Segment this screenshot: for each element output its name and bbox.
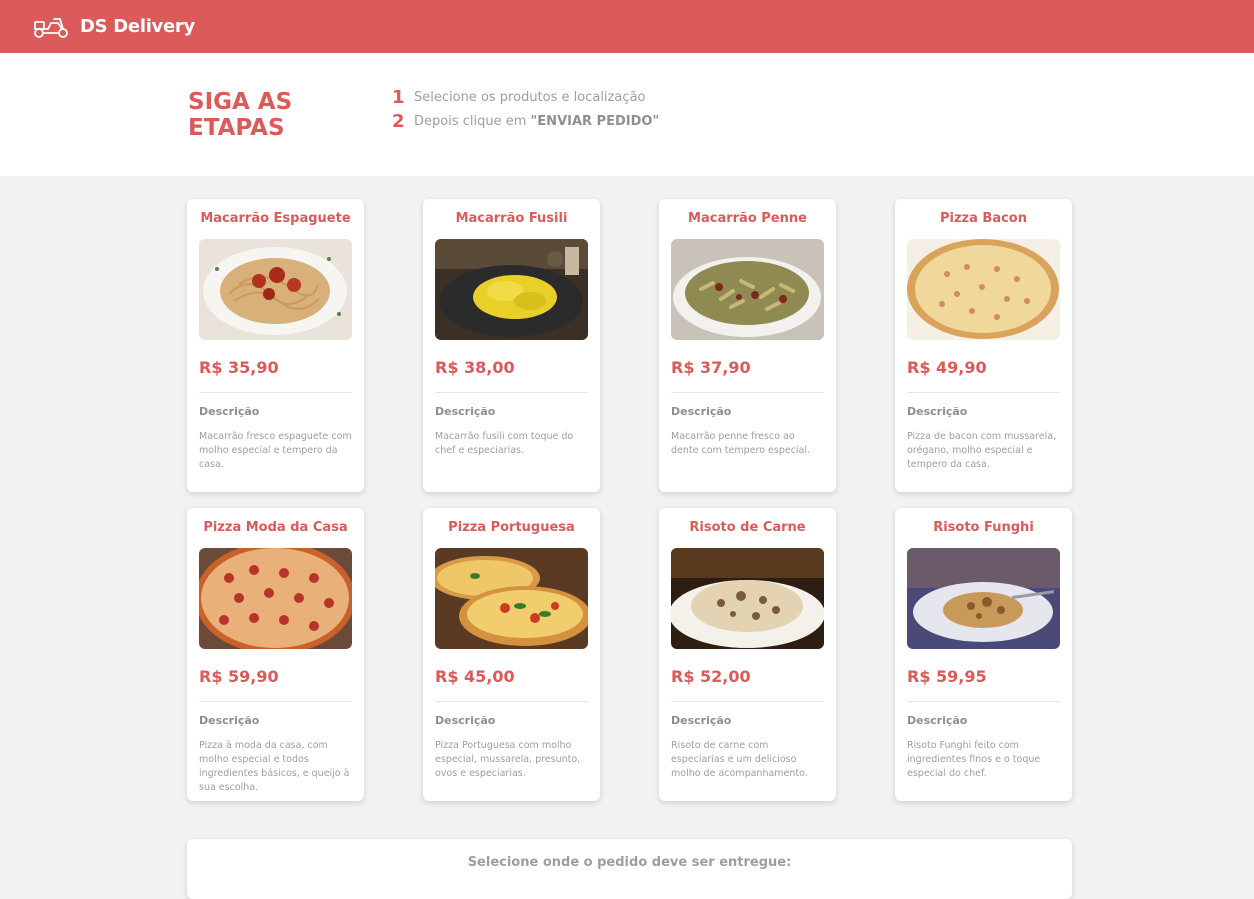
product-price: R$ 49,90 (907, 358, 987, 377)
step-item: 1 Selecione os produtos e localização (392, 85, 659, 109)
step-number: 1 (392, 86, 405, 108)
description-label: Descrição (907, 714, 968, 727)
product-description: Pizza de bacon com mussarela, orégano, m… (907, 431, 1057, 470)
description-label: Descrição (435, 405, 496, 418)
divider (199, 701, 352, 702)
description-label: Descrição (907, 405, 968, 418)
product-card[interactable]: Risoto Funghi R$ 59,95 Descrição Risoto … (895, 508, 1072, 801)
step-text: Selecione os produtos e localização (414, 89, 646, 105)
description-label: Descrição (435, 714, 496, 727)
location-section: Selecione onde o pedido deve ser entregu… (187, 839, 1072, 899)
product-price: R$ 59,90 (199, 667, 279, 686)
divider (435, 701, 588, 702)
steps-list: 1 Selecione os produtos e localização 2 … (392, 85, 659, 133)
product-card[interactable]: Pizza Bacon R$ 49,90 Descrição Pizza de … (895, 199, 1072, 492)
product-grid: Macarrão Espaguete R$ 35,90 Descrição Ma… (187, 199, 1072, 801)
steps-title: SIGA AS ETAPAS (188, 89, 293, 141)
description-label: Descrição (199, 714, 260, 727)
pizza-portuguesa-image (435, 548, 588, 649)
product-price: R$ 37,90 (671, 358, 751, 377)
divider (671, 392, 824, 393)
divider (671, 701, 824, 702)
product-description: Pizza Portuguesa com molho especial, mus… (435, 740, 581, 779)
product-description: Macarrão fresco espaguete com molho espe… (199, 431, 352, 470)
description-label: Descrição (671, 405, 732, 418)
product-card[interactable]: Macarrão Penne R$ 37,90 Descrição Macarr… (659, 199, 836, 492)
brand-name[interactable]: DS Delivery (80, 16, 195, 37)
scooter-icon[interactable] (32, 15, 70, 39)
product-description: Macarrão fusili com toque do chef e espe… (435, 431, 574, 456)
product-name: Risoto de Carne (689, 520, 806, 535)
location-title: Selecione onde o pedido deve ser entregu… (467, 855, 792, 870)
pizza-moda-image (199, 548, 352, 649)
product-name: Pizza Bacon (940, 211, 1027, 226)
product-name: Macarrão Fusili (455, 211, 568, 226)
product-price: R$ 38,00 (435, 358, 515, 377)
product-card[interactable]: Pizza Moda da Casa R$ 59,90 Descrição Pi… (187, 508, 364, 801)
divider (907, 701, 1060, 702)
divider (907, 392, 1060, 393)
product-name: Risoto Funghi (933, 520, 1034, 535)
product-name: Macarrão Espaguete (200, 211, 351, 226)
product-name: Pizza Moda da Casa (203, 520, 348, 535)
description-label: Descrição (199, 405, 260, 418)
product-price: R$ 52,00 (671, 667, 751, 686)
step-text: Depois clique em "ENVIAR PEDIDO" (414, 113, 660, 129)
product-card[interactable]: Risoto de Carne R$ 52,00 Descrição Risot… (659, 508, 836, 801)
spaghetti-image (199, 239, 352, 340)
pizza-bacon-image (907, 239, 1060, 340)
product-price: R$ 45,00 (435, 667, 515, 686)
step-item: 2 Depois clique em "ENVIAR PEDIDO" (392, 109, 659, 133)
product-description: Risoto de carne com especiarias e um del… (671, 740, 808, 779)
penne-image (671, 239, 824, 340)
product-card[interactable]: Macarrão Espaguete R$ 35,90 Descrição Ma… (187, 199, 364, 492)
product-card[interactable]: Pizza Portuguesa R$ 45,00 Descrição Pizz… (423, 508, 600, 801)
divider (435, 392, 588, 393)
product-price: R$ 59,95 (907, 667, 987, 686)
navbar: DS Delivery (0, 0, 1254, 53)
product-description: Risoto Funghi feito com ingredientes fin… (907, 740, 1041, 779)
product-description: Macarrão penne fresco ao dente com tempe… (671, 431, 811, 456)
steps-section: SIGA AS ETAPAS 1 Selecione os produtos e… (0, 53, 1254, 176)
step-emphasis: "ENVIAR PEDIDO" (530, 113, 660, 129)
divider (199, 392, 352, 393)
risoto-carne-image (671, 548, 824, 649)
product-name: Pizza Portuguesa (448, 520, 575, 535)
description-label: Descrição (671, 714, 732, 727)
product-description: Pizza à moda da casa, com molho especial… (199, 740, 350, 793)
product-card[interactable]: Macarrão Fusili R$ 38,00 Descrição Macar… (423, 199, 600, 492)
fusili-image (435, 239, 588, 340)
product-price: R$ 35,90 (199, 358, 279, 377)
product-name: Macarrão Penne (688, 211, 807, 226)
step-number: 2 (392, 110, 405, 132)
risoto-funghi-image (907, 548, 1060, 649)
